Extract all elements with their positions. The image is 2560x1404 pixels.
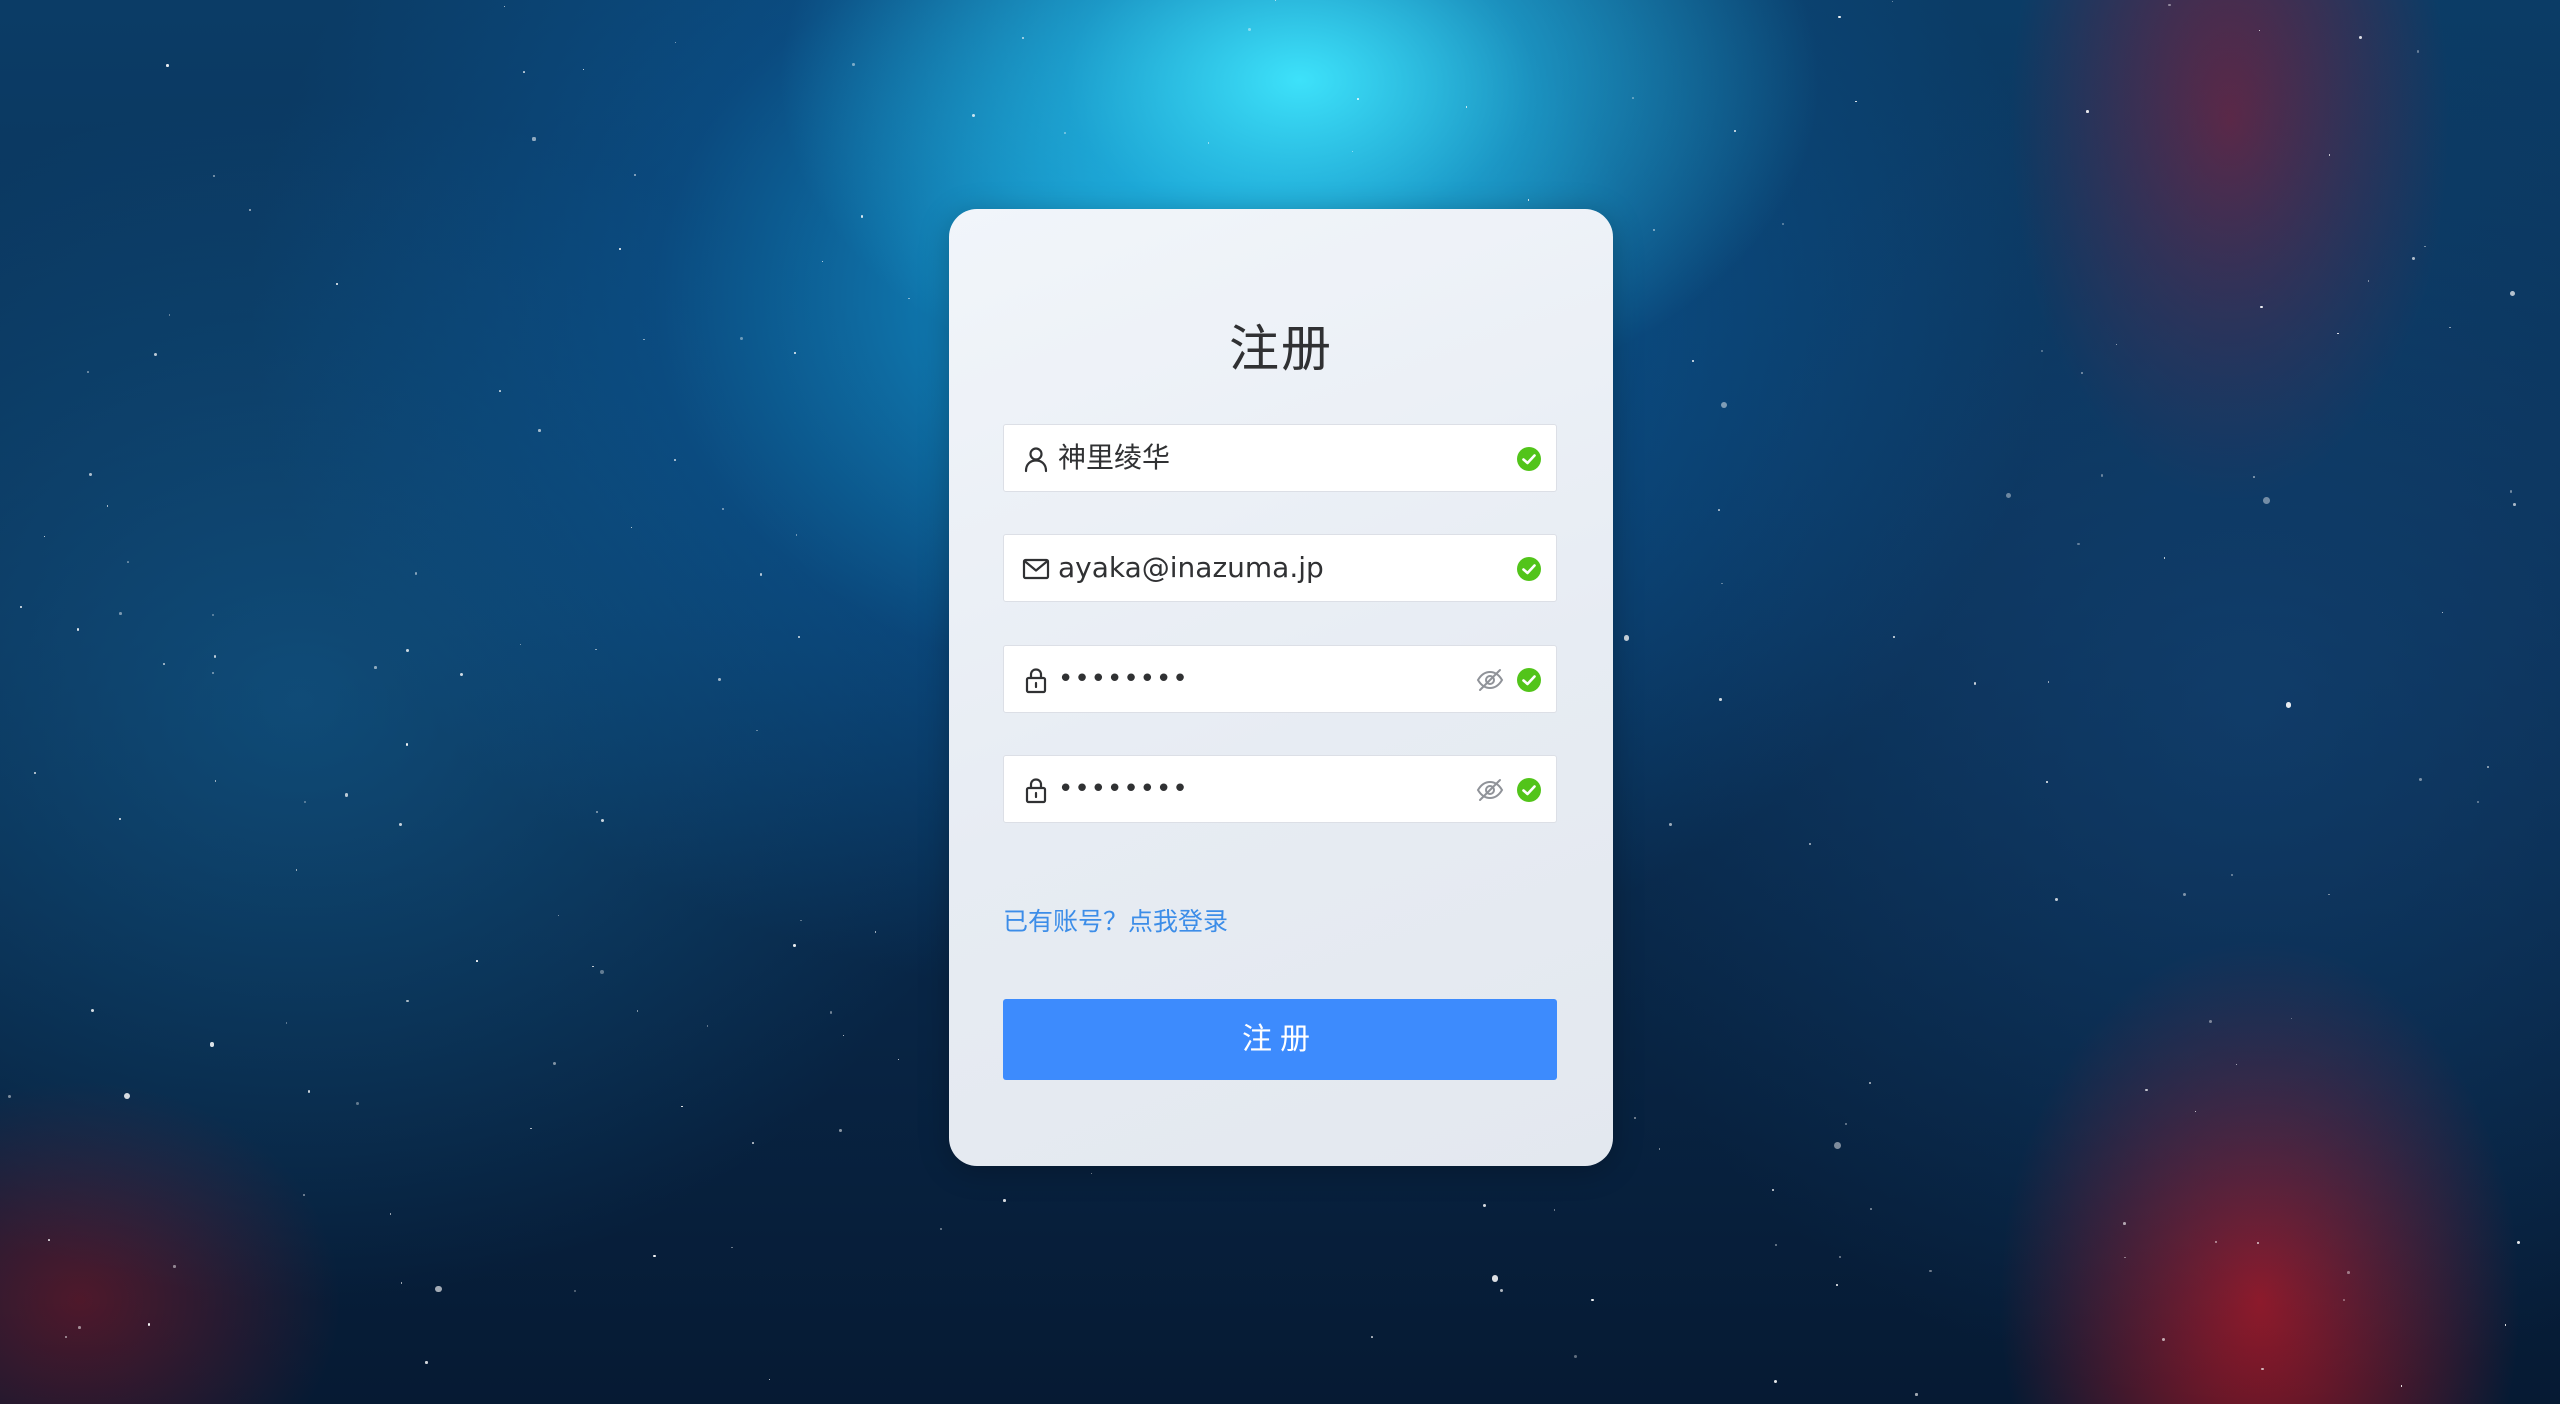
valid-check-icon [1517, 447, 1541, 471]
password-field[interactable]: •••••••• [1003, 645, 1557, 713]
valid-check-icon [1517, 668, 1541, 692]
password-value: •••••••• [1058, 664, 1189, 694]
user-icon [1024, 447, 1048, 473]
valid-check-icon [1517, 778, 1541, 802]
lock-icon [1025, 778, 1047, 804]
eye-off-icon[interactable] [1476, 777, 1504, 803]
mail-icon [1022, 558, 1050, 580]
username-field[interactable]: 神里绫华 [1003, 424, 1557, 492]
register-card: 注册 神里绫华 ayaka@inazuma.jp •••••••• ••••••… [949, 209, 1613, 1166]
page-title: 注册 [1229, 320, 1333, 378]
register-button[interactable]: 注册 [1003, 999, 1557, 1080]
login-link[interactable]: 已有账号？点我登录 [1003, 902, 1228, 938]
valid-check-icon [1517, 557, 1541, 581]
lock-icon [1025, 668, 1047, 694]
confirm-password-value: •••••••• [1058, 774, 1189, 804]
username-value: 神里绫华 [1058, 441, 1171, 474]
email-value: ayaka@inazuma.jp [1058, 551, 1324, 584]
eye-off-icon[interactable] [1476, 667, 1504, 693]
email-field[interactable]: ayaka@inazuma.jp [1003, 534, 1557, 602]
confirm-password-field[interactable]: •••••••• [1003, 755, 1557, 823]
